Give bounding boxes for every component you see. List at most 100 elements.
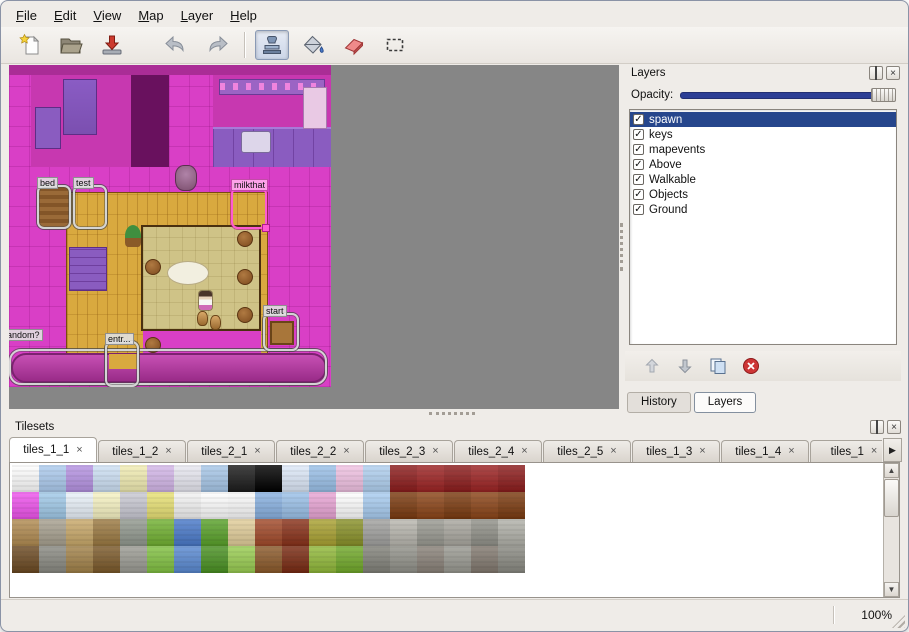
map-object-milkthat-selected[interactable]	[231, 187, 267, 229]
scroll-up-button[interactable]: ▲	[884, 463, 899, 478]
tile[interactable]	[390, 546, 417, 573]
tile[interactable]	[444, 546, 471, 573]
tile[interactable]	[12, 465, 39, 492]
new-map-button[interactable]	[13, 30, 47, 60]
tile[interactable]	[336, 546, 363, 573]
tile[interactable]	[255, 465, 282, 492]
close-tab-icon[interactable]: ×	[432, 446, 438, 457]
tile[interactable]	[309, 546, 336, 573]
menu-view[interactable]: View	[86, 6, 128, 25]
close-tab-icon[interactable]: ×	[610, 446, 616, 457]
tab-history[interactable]: History	[627, 392, 691, 413]
tile[interactable]	[498, 492, 525, 519]
tile[interactable]	[39, 492, 66, 519]
tile[interactable]	[282, 465, 309, 492]
tile[interactable]	[12, 546, 39, 573]
tile[interactable]	[390, 465, 417, 492]
tile[interactable]	[498, 465, 525, 492]
tileset-tab-tiles_1_1[interactable]: tiles_1_1×	[9, 437, 97, 462]
tile[interactable]	[147, 492, 174, 519]
map[interactable]: bed test milkthat start random? entr...	[9, 65, 331, 387]
tileset-tab-tiles_1_3[interactable]: tiles_1_3×	[632, 440, 720, 462]
object-resize-handle[interactable]	[262, 224, 270, 232]
tile[interactable]	[255, 546, 282, 573]
close-tab-icon[interactable]: ×	[788, 446, 794, 457]
tile[interactable]	[174, 465, 201, 492]
tile[interactable]	[201, 546, 228, 573]
open-map-button[interactable]	[54, 30, 88, 60]
layers-dock-header[interactable]: Layers ×	[625, 65, 901, 83]
tile[interactable]	[66, 492, 93, 519]
tilesets-close-button[interactable]: ×	[887, 420, 901, 434]
menu-help[interactable]: Help	[223, 6, 264, 25]
raise-layer-button[interactable]	[641, 354, 665, 378]
tab-scroll-right-button[interactable]: ▶	[883, 438, 902, 462]
close-tab-icon[interactable]: ×	[76, 445, 82, 456]
close-tab-icon[interactable]: ×	[521, 446, 527, 457]
layer-checkbox[interactable]: ✓	[633, 159, 644, 170]
map-canvas[interactable]: bed test milkthat start random? entr...	[9, 65, 619, 409]
tile[interactable]	[174, 492, 201, 519]
tile[interactable]	[201, 465, 228, 492]
tile[interactable]	[336, 465, 363, 492]
tile[interactable]	[309, 492, 336, 519]
tileset-tab-tiles_2_5[interactable]: tiles_2_5×	[543, 440, 631, 462]
tab-layers[interactable]: Layers	[694, 392, 757, 413]
delete-layer-button[interactable]	[740, 354, 764, 378]
tileset-tab-tiles_2_1[interactable]: tiles_2_1×	[187, 440, 275, 462]
tile[interactable]	[336, 492, 363, 519]
tile[interactable]	[282, 519, 309, 546]
tile[interactable]	[363, 546, 390, 573]
layer-row-Above[interactable]: ✓Above	[630, 157, 896, 172]
tile[interactable]	[39, 546, 66, 573]
opacity-slider-handle[interactable]	[871, 88, 896, 102]
tile[interactable]	[336, 519, 363, 546]
tile[interactable]	[93, 465, 120, 492]
tile[interactable]	[498, 519, 525, 546]
vertical-splitter-handle[interactable]	[620, 223, 623, 271]
close-tab-icon[interactable]: ×	[254, 446, 260, 457]
stamp-tool-button[interactable]	[255, 30, 289, 60]
horizontal-splitter-handle[interactable]	[429, 412, 475, 415]
undo-button[interactable]	[159, 30, 193, 60]
tile[interactable]	[120, 546, 147, 573]
close-tab-icon[interactable]: ×	[871, 446, 877, 457]
tile[interactable]	[147, 465, 174, 492]
tile[interactable]	[228, 492, 255, 519]
close-tab-icon[interactable]: ×	[165, 446, 171, 457]
tile[interactable]	[120, 492, 147, 519]
tileset-view[interactable]: ▲ ▼	[9, 462, 900, 598]
tile[interactable]	[282, 492, 309, 519]
tile[interactable]	[120, 465, 147, 492]
tileset-tab-tiles_2_2[interactable]: tiles_2_2×	[276, 440, 364, 462]
tile[interactable]	[417, 546, 444, 573]
tile[interactable]	[390, 519, 417, 546]
layer-checkbox[interactable]: ✓	[633, 204, 644, 215]
tile[interactable]	[255, 492, 282, 519]
tile[interactable]	[147, 519, 174, 546]
layer-row-Walkable[interactable]: ✓Walkable	[630, 172, 896, 187]
tile[interactable]	[66, 465, 93, 492]
tile[interactable]	[228, 519, 255, 546]
scroll-down-button[interactable]: ▼	[884, 582, 899, 597]
map-object-test[interactable]	[73, 185, 107, 229]
layer-checkbox[interactable]: ✓	[633, 114, 644, 125]
tilesets-float-button[interactable]	[870, 420, 884, 434]
tile[interactable]	[93, 546, 120, 573]
tile[interactable]	[471, 465, 498, 492]
tile[interactable]	[12, 492, 39, 519]
tile[interactable]	[93, 519, 120, 546]
tile[interactable]	[201, 492, 228, 519]
opacity-slider[interactable]	[680, 86, 896, 104]
tile[interactable]	[417, 465, 444, 492]
tile[interactable]	[471, 519, 498, 546]
tile[interactable]	[444, 519, 471, 546]
tileset-tab-tiles_2_4[interactable]: tiles_2_4×	[454, 440, 542, 462]
tile[interactable]	[174, 519, 201, 546]
opacity-slider-track[interactable]	[680, 92, 896, 99]
tile[interactable]	[147, 546, 174, 573]
resize-grip[interactable]	[892, 615, 905, 628]
tile[interactable]	[363, 465, 390, 492]
tileset-tab-tiles_2_3[interactable]: tiles_2_3×	[365, 440, 453, 462]
redo-button[interactable]	[200, 30, 234, 60]
